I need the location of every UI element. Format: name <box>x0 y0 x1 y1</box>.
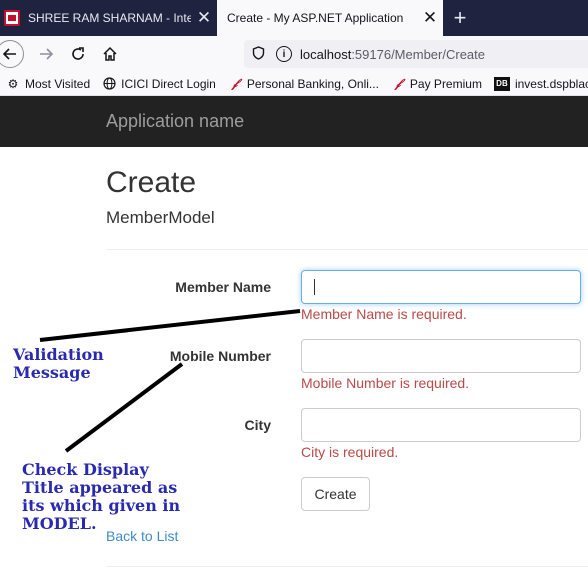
reload-icon[interactable] <box>64 40 92 68</box>
url-bar[interactable]: i localhost:59176/Member/Create <box>244 40 588 68</box>
close-icon[interactable]: ✕ <box>191 8 217 28</box>
red-script-icon: 𝒻 <box>395 76 401 90</box>
bookmark-label: Personal Banking, Onli... <box>246 76 379 91</box>
shield-icon <box>252 45 266 63</box>
member-name-label: Member Name <box>175 279 271 295</box>
annotation-pointer-line <box>39 309 301 342</box>
mobile-number-input[interactable] <box>301 339 581 373</box>
bookmark-label: ICICI Direct Login <box>121 76 216 91</box>
navigation-bar: i localhost:59176/Member/Create <box>0 36 588 72</box>
app-brand-link[interactable]: Application name <box>106 111 244 132</box>
city-label: City <box>244 417 271 433</box>
info-icon[interactable]: i <box>276 46 292 62</box>
annotation-line: Check Display <box>22 460 149 479</box>
red-script-icon: 𝒻 <box>232 76 238 90</box>
site-favicon-icon <box>4 10 20 26</box>
divider <box>106 566 588 567</box>
mobile-number-error: Mobile Number is required. <box>301 375 470 391</box>
new-tab-icon[interactable]: + <box>445 0 475 36</box>
bookmark-label: Pay Premium <box>409 76 482 91</box>
display-title-annotation: Check Display Title appeared as its whic… <box>22 461 180 533</box>
annotation-line: Validation <box>13 345 104 364</box>
gear-icon: ⚙ <box>7 76 19 91</box>
bookmark-most-visited[interactable]: ⚙ Most Visited <box>6 76 91 91</box>
annotation-line: its which given in <box>22 496 181 515</box>
bookmark-label: invest.dspblackrock <box>514 76 588 91</box>
globe-icon <box>102 77 116 91</box>
home-icon[interactable] <box>96 40 124 68</box>
page-subtitle: MemberModel <box>106 208 215 227</box>
validation-annotation: Validation Message <box>13 346 104 382</box>
page-title: Create <box>106 166 197 199</box>
back-arrow-icon[interactable] <box>0 40 24 68</box>
url-host: localhost <box>300 46 352 62</box>
bookmark-label: Most Visited <box>25 76 91 91</box>
member-name-error: Member Name is required. <box>301 306 467 322</box>
mobile-number-label: Mobile Number <box>169 348 271 364</box>
url-path: :59176/Member/Create <box>351 46 485 62</box>
bookmark-pay-premium[interactable]: 𝒻 Pay Premium <box>391 76 482 91</box>
annotation-line: MODEL. <box>22 514 97 533</box>
browser-window: SHREE RAM SHARNAM - Intern ✕ Create - My… <box>0 0 588 572</box>
tab-create[interactable]: Create - My ASP.NET Application ✕ <box>217 0 443 36</box>
annotation-line: Message <box>13 363 91 382</box>
tab-strip: SHREE RAM SHARNAM - Intern ✕ Create - My… <box>0 0 588 36</box>
city-input[interactable] <box>301 408 581 442</box>
close-icon[interactable]: ✕ <box>417 8 443 28</box>
member-name-input[interactable] <box>301 270 581 304</box>
bookmark-personal-banking[interactable]: 𝒻 Personal Banking, Onli... <box>228 76 379 91</box>
app-navbar: Application name <box>0 96 588 147</box>
divider <box>106 249 588 250</box>
bookmarks-toolbar: ⚙ Most Visited ICICI Direct Login 𝒻 Pers… <box>0 72 588 96</box>
tab-shree-ram[interactable]: SHREE RAM SHARNAM - Intern ✕ <box>0 0 217 36</box>
text-caret <box>314 279 315 295</box>
create-button[interactable]: Create <box>301 477 370 511</box>
db-icon: DB <box>493 76 510 91</box>
bookmark-icici[interactable]: ICICI Direct Login <box>102 77 216 91</box>
forward-arrow-icon[interactable] <box>32 40 60 68</box>
tab-title: Create - My ASP.NET Application <box>227 11 404 25</box>
city-error: City is required. <box>301 444 399 460</box>
tab-title: SHREE RAM SHARNAM - Intern <box>28 11 191 25</box>
bookmark-invest[interactable]: DB invest.dspblackrock <box>493 76 588 91</box>
annotation-line: Title appeared as <box>22 478 178 497</box>
